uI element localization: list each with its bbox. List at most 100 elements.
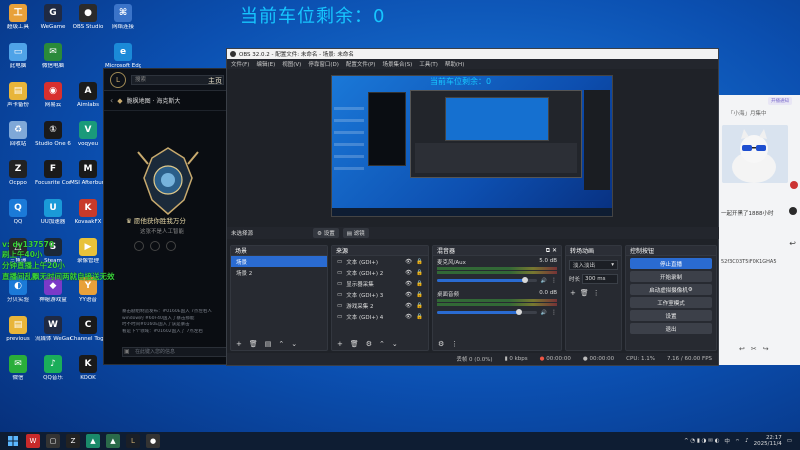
lock-icon[interactable]: 🔒: [416, 259, 423, 265]
more-icon[interactable]: ⋮: [551, 277, 557, 284]
virtual-camera-button[interactable]: 启动虚拟摄像机 ⚙: [630, 284, 712, 295]
lock-icon[interactable]: 🔒: [416, 281, 423, 287]
desktop-icon[interactable]: U UU加速器: [35, 199, 71, 226]
trash-icon[interactable]: 🗑: [580, 289, 589, 297]
menu-item[interactable]: 工具(T): [419, 60, 438, 68]
menu-item[interactable]: 配置文件(P): [346, 60, 376, 68]
filters-button[interactable]: ▤ 滤镜: [342, 228, 369, 238]
clock[interactable]: 22:17 2025/11/4: [754, 435, 782, 447]
eye-icon[interactable]: 👁: [405, 281, 412, 287]
desktop-icon[interactable]: K KOOK: [70, 355, 106, 382]
back-arrow-icon[interactable]: ‹: [110, 96, 113, 105]
taskbar-app-icon[interactable]: ▢: [46, 434, 60, 448]
undock-icon[interactable]: ⧉ ✕: [546, 247, 557, 255]
tray-icons[interactable]: ^ ◔ ▮ ◑ ✉ ◐: [684, 438, 719, 444]
network-icon[interactable]: ⌔: [735, 438, 740, 445]
menu-item[interactable]: 场景集合(S): [382, 60, 412, 68]
eye-icon[interactable]: 👁: [405, 270, 412, 276]
menu-item[interactable]: 编辑(E): [256, 60, 275, 68]
volume-slider[interactable]: [437, 309, 537, 315]
source-item[interactable]: ▭ 文本 (GDI+) 3 👁 🔒: [332, 289, 428, 300]
menu-item[interactable]: 视图(V): [282, 60, 301, 68]
taskbar-app-icon[interactable]: Z: [66, 434, 80, 448]
desktop-icon[interactable]: W 流媒体 WeGame版: [35, 316, 71, 343]
speaker-icon[interactable]: 🔊: [541, 310, 547, 316]
properties-button[interactable]: ⚙ 设置: [313, 228, 339, 238]
lock-icon[interactable]: 🔒: [416, 270, 423, 276]
eye-icon[interactable]: 👁: [405, 314, 412, 320]
lol-chat-input[interactable]: 在此键入您的信息: [122, 347, 228, 357]
lock-icon[interactable]: 🔒: [416, 292, 423, 298]
desktop-icon[interactable]: ✉ 微信电脑: [35, 43, 71, 70]
source-item[interactable]: ▭ 文本 (GDI+) 👁 🔒: [332, 256, 428, 267]
lock-icon[interactable]: 🔒: [416, 303, 423, 309]
trash-icon[interactable]: 🗑: [350, 340, 359, 348]
eye-icon[interactable]: 👁: [405, 259, 412, 265]
forward-icon[interactable]: ↪: [763, 345, 769, 353]
lock-icon[interactable]: 🔒: [416, 314, 423, 320]
scene-item[interactable]: 场景: [231, 256, 327, 267]
source-item[interactable]: ▭ 文本 (GDI+) 2 👁 🔒: [332, 267, 428, 278]
menu-item[interactable]: 文件(F): [231, 60, 249, 68]
volume-knob[interactable]: [521, 277, 528, 283]
transition-select[interactable]: 淡入淡出 ▾: [569, 260, 618, 270]
desktop-icon[interactable]: eMicrosoft Edge: [105, 43, 141, 70]
user-avatar[interactable]: [789, 207, 797, 215]
notification-icon[interactable]: ▭: [787, 438, 792, 444]
gear-icon[interactable]: ⚙: [438, 340, 444, 348]
desktop-icon[interactable]: ⌘ 网络连接: [105, 4, 141, 31]
desktop-icon[interactable]: ✉ 微信: [0, 355, 36, 382]
menu-item[interactable]: 帮助(H): [445, 60, 464, 68]
gear-icon[interactable]: ⚙: [688, 287, 693, 293]
desktop-icon[interactable]: ▤ 声卡备份: [0, 82, 36, 109]
exit-button[interactable]: 退出: [630, 323, 712, 334]
taskbar-app-icon[interactable]: ▲: [86, 434, 100, 448]
reply-icon[interactable]: ↩: [789, 239, 796, 248]
dot-icon[interactable]: [150, 241, 160, 251]
more-icon[interactable]: ⋮: [593, 289, 600, 297]
taskbar-obs-icon[interactable]: ●: [146, 434, 160, 448]
desktop-icon[interactable]: 工超级工具: [0, 4, 36, 31]
eye-icon[interactable]: 👁: [405, 303, 412, 309]
gear-icon[interactable]: ⚙: [366, 340, 372, 348]
desktop-icon[interactable]: ① Studio One 6: [35, 121, 71, 148]
desktop-icon[interactable]: ♪ QQ音乐: [35, 355, 71, 382]
desktop-icon[interactable]: A Aimlabs: [70, 82, 106, 109]
lol-home-tab[interactable]: 主页: [208, 76, 222, 86]
desktop-icon[interactable]: C Channel Together: [70, 316, 106, 343]
up-arrow-icon[interactable]: ⌃: [278, 340, 284, 348]
volume-icon[interactable]: ♪: [745, 438, 749, 444]
desktop-icon[interactable]: ♻ 回收站: [0, 121, 36, 148]
add-source-icon[interactable]: +: [337, 340, 343, 348]
desktop-icon[interactable]: ▤ previous: [0, 316, 36, 343]
eye-icon[interactable]: 👁: [405, 292, 412, 298]
settings-button[interactable]: 设置: [630, 310, 712, 321]
desktop-icon[interactable]: F Focusrite Control: [35, 160, 71, 187]
trash-icon[interactable]: 🗑: [249, 340, 258, 348]
user-avatar[interactable]: [790, 181, 798, 189]
taskbar-lol-icon[interactable]: L: [126, 434, 140, 448]
dot-icon[interactable]: [134, 241, 144, 251]
desktop-icon[interactable]: ◉ 网易云: [35, 82, 71, 109]
start-recording-button[interactable]: 开始录制: [630, 271, 712, 282]
duration-input[interactable]: 300 ms: [582, 274, 618, 284]
scene-item[interactable]: 场景 2: [231, 267, 327, 278]
more-icon[interactable]: ⋮: [451, 340, 458, 348]
desktop-icon[interactable]: ● OBS Studio: [70, 4, 106, 31]
stop-stream-button[interactable]: 停止直播: [630, 258, 712, 269]
back-icon[interactable]: ↩: [739, 345, 745, 353]
desktop-icon[interactable]: M MSI Afterburner: [70, 160, 106, 187]
taskbar-app-icon[interactable]: W: [26, 434, 40, 448]
desktop-icon[interactable]: K KovaakFX: [70, 199, 106, 226]
up-arrow-icon[interactable]: ⌃: [379, 340, 385, 348]
speaker-icon[interactable]: 🔊: [541, 278, 547, 284]
down-arrow-icon[interactable]: ⌄: [392, 340, 398, 348]
more-icon[interactable]: ⋮: [551, 309, 557, 316]
desktop-icon[interactable]: G WeGame: [35, 4, 71, 31]
windows-start-icon[interactable]: [6, 434, 20, 448]
source-item[interactable]: ▭ 文本 (GDI+) 4 👁 🔒: [332, 311, 428, 322]
down-arrow-icon[interactable]: ⌄: [291, 340, 297, 348]
add-scene-icon[interactable]: +: [236, 340, 242, 348]
desktop-icon[interactable]: Z Ocppo: [0, 160, 36, 187]
studio-mode-button[interactable]: 工作室模式: [630, 297, 712, 308]
